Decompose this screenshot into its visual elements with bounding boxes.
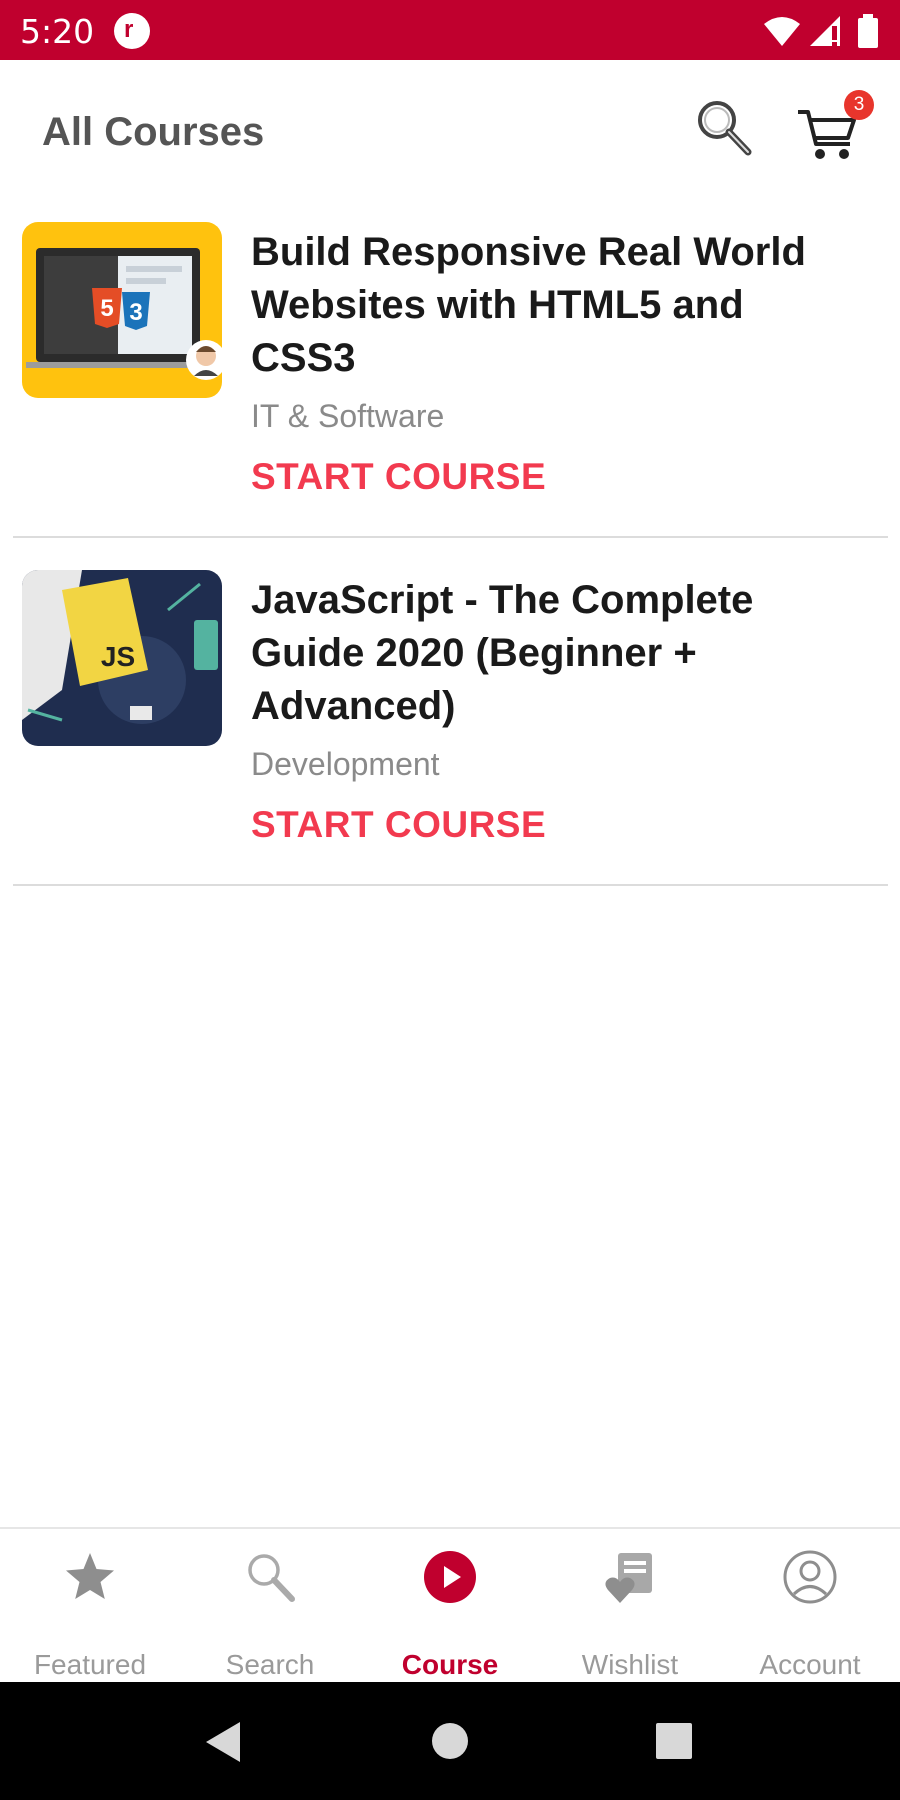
start-course-button[interactable]: START COURSE xyxy=(251,804,546,846)
recents-button[interactable] xyxy=(615,1682,735,1800)
page-title: All Courses xyxy=(42,110,265,154)
course-category: IT & Software xyxy=(251,398,445,434)
nav-label: Course xyxy=(401,1649,499,1680)
signal-icon xyxy=(810,16,840,46)
nav-label: Account xyxy=(759,1649,861,1680)
js-badge: JS xyxy=(101,641,135,672)
nav-item-search[interactable]: Search xyxy=(180,1529,360,1684)
wishlist-icon xyxy=(605,1553,652,1603)
course-list: 5 3 Build Responsive Real World Websites… xyxy=(0,190,900,886)
nav-label: Search xyxy=(225,1649,315,1680)
status-bar: 5:20 r xyxy=(0,0,900,60)
account-icon xyxy=(783,1550,837,1604)
nav-label: Wishlist xyxy=(581,1649,679,1680)
recents-icon xyxy=(656,1723,692,1759)
course-category: Development xyxy=(251,746,440,782)
nav-item-account[interactable]: Account xyxy=(720,1529,900,1684)
status-icons xyxy=(762,14,882,48)
battery-icon xyxy=(858,14,878,48)
start-course-button[interactable]: START COURSE xyxy=(251,456,546,498)
system-navigation-bar xyxy=(0,1682,900,1800)
back-button[interactable] xyxy=(164,1682,284,1800)
html5-badge: 5 xyxy=(100,295,113,322)
nav-label: Featured xyxy=(33,1649,147,1680)
notification-icon: r xyxy=(114,13,150,49)
course-list-item[interactable]: JS JavaScript - The Complete Guide 2020 … xyxy=(0,538,900,886)
notification-glyph: r xyxy=(124,16,134,43)
app-bar: All Courses 3 xyxy=(0,60,900,190)
star-icon xyxy=(66,1553,114,1599)
cart-count-badge: 3 xyxy=(844,90,874,120)
search-icon xyxy=(698,101,752,156)
search-icon xyxy=(248,1554,295,1602)
status-time: 5:20 xyxy=(20,12,95,51)
cart-button[interactable]: 3 xyxy=(796,90,874,162)
course-thumbnail: JS xyxy=(22,570,222,746)
course-title[interactable]: Build Responsive Real World Websites wit… xyxy=(251,226,851,385)
divider xyxy=(13,884,888,886)
bottom-navigation: Featured Search Course Wishlist Account xyxy=(0,1527,900,1682)
home-icon xyxy=(432,1723,468,1759)
nav-item-featured[interactable]: Featured xyxy=(0,1529,180,1684)
wifi-icon xyxy=(764,17,800,46)
css3-badge: 3 xyxy=(129,299,142,326)
home-button[interactable] xyxy=(390,1682,510,1800)
course-title[interactable]: JavaScript - The Complete Guide 2020 (Be… xyxy=(251,574,851,733)
search-button[interactable] xyxy=(692,96,756,160)
play-circle-icon xyxy=(424,1551,476,1603)
nav-item-course[interactable]: Course xyxy=(360,1529,540,1684)
course-list-item[interactable]: 5 3 Build Responsive Real World Websites… xyxy=(0,190,900,538)
back-icon xyxy=(206,1722,240,1762)
course-thumbnail: 5 3 xyxy=(22,222,222,398)
nav-item-wishlist[interactable]: Wishlist xyxy=(540,1529,720,1684)
